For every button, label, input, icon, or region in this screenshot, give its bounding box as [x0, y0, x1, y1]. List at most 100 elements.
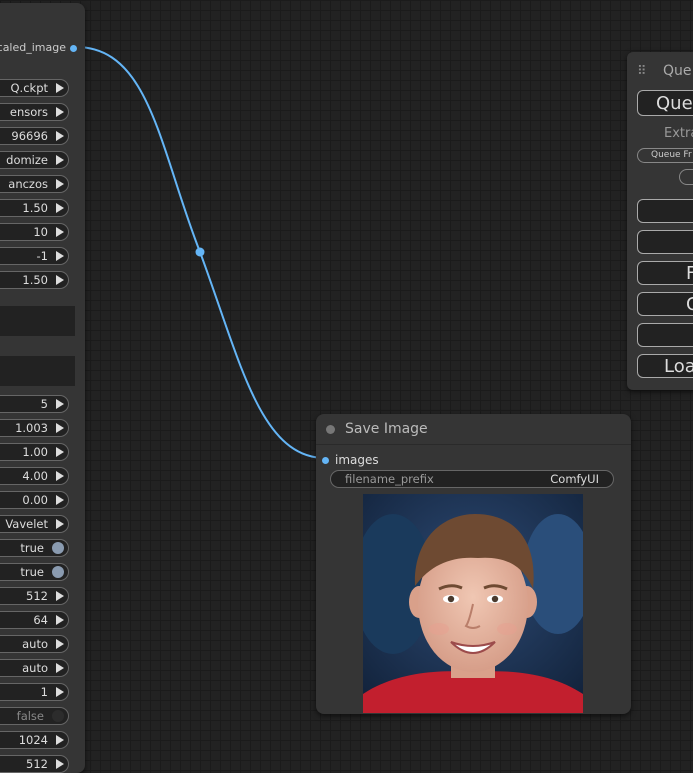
widget-value: false — [16, 709, 44, 723]
widget-number[interactable]: 1.50 — [0, 271, 69, 289]
widget-combo[interactable]: Vavelet — [0, 515, 69, 533]
widget-combo[interactable]: Q.ckpt — [0, 79, 69, 97]
widget-value: auto — [22, 637, 48, 651]
widget-value: 1 — [40, 685, 48, 699]
widget-combo[interactable]: auto — [0, 635, 69, 653]
widget-value: 1024 — [18, 733, 48, 747]
arrow-right-icon[interactable] — [56, 639, 64, 649]
link-midpoint — [195, 247, 205, 257]
widget-number[interactable]: 1.50 — [0, 199, 69, 217]
widget-value: 96696 — [11, 129, 48, 143]
portrait-image — [363, 494, 583, 713]
widget-number[interactable]: 10 — [0, 223, 69, 241]
widget-toggle-on[interactable]: true — [0, 539, 69, 557]
node-title: Save Image — [345, 421, 428, 437]
image-preview[interactable] — [363, 494, 583, 713]
arrow-right-icon[interactable] — [56, 83, 64, 93]
widget-combo[interactable]: ensors — [0, 103, 69, 121]
output-dot[interactable] — [70, 44, 77, 52]
filename-prefix-field[interactable]: filename_prefix ComfyUI — [330, 470, 614, 488]
widget-number[interactable]: 1024 — [0, 731, 69, 749]
widget-value: 4.00 — [22, 469, 48, 483]
widget-number[interactable]: 0.00 — [0, 491, 69, 509]
arrow-right-icon[interactable] — [56, 759, 64, 769]
arrow-right-icon[interactable] — [56, 179, 64, 189]
widget-toggle-off[interactable]: false — [0, 707, 69, 725]
queue-prompt-button[interactable]: Que — [637, 90, 693, 116]
input-label: images — [335, 453, 379, 467]
toggle-icon[interactable] — [52, 710, 64, 722]
widget-combo[interactable]: domize — [0, 151, 69, 169]
input-slot[interactable]: images — [322, 453, 379, 467]
drag-handle-icon[interactable]: ⠿ — [637, 64, 648, 79]
field-value: ComfyUI — [550, 472, 599, 486]
arrow-right-icon[interactable] — [56, 227, 64, 237]
widget-toggle-on[interactable]: true — [0, 563, 69, 581]
widget-value: domize — [6, 153, 48, 167]
save-image-node[interactable]: Save Image images filename_prefix ComfyU… — [316, 414, 631, 714]
arrow-right-icon[interactable] — [56, 203, 64, 213]
queue-panel: ⠿ Que Que Extra Queue Fr F Cl Loa — [627, 52, 693, 390]
widget-value: ensors — [9, 105, 48, 119]
queue-panel-title: Que — [663, 63, 692, 79]
node-title-bar[interactable]: Save Image — [316, 414, 631, 445]
output-label: caled_image — [0, 41, 66, 54]
widget-number[interactable]: 96696 — [0, 127, 69, 145]
widget-value: 5 — [40, 397, 48, 411]
input-dot[interactable] — [322, 456, 329, 464]
arrow-right-icon[interactable] — [56, 735, 64, 745]
queue-panel-button[interactable] — [637, 323, 693, 347]
field-label: filename_prefix — [345, 472, 434, 486]
toggle-icon[interactable] — [52, 542, 64, 554]
widget-number[interactable]: 512 — [0, 587, 69, 605]
arrow-right-icon[interactable] — [56, 687, 64, 697]
widget-value: 512 — [26, 757, 48, 771]
arrow-right-icon[interactable] — [56, 155, 64, 165]
widget-number[interactable]: 64 — [0, 611, 69, 629]
queue-panel-button[interactable] — [637, 199, 693, 223]
queue-panel-button[interactable] — [637, 230, 693, 254]
arrow-right-icon[interactable] — [56, 423, 64, 433]
queue-panel-button[interactable]: Loa — [637, 354, 693, 378]
widget-value: 512 — [26, 589, 48, 603]
widget-number[interactable]: -1 — [0, 247, 69, 265]
widget-number[interactable]: 4.00 — [0, 467, 69, 485]
widget-value: Q.ckpt — [10, 81, 49, 95]
arrow-right-icon[interactable] — [56, 495, 64, 505]
arrow-right-icon[interactable] — [56, 615, 64, 625]
widget-number[interactable]: 1 — [0, 683, 69, 701]
queue-front-checkbox[interactable]: Queue Fr — [637, 148, 693, 163]
arrow-right-icon[interactable] — [56, 107, 64, 117]
collapse-dot-icon[interactable] — [326, 424, 335, 434]
output-slot[interactable]: caled_image — [0, 41, 77, 54]
widget-value: 1.50 — [22, 273, 48, 287]
queue-panel-button[interactable]: Cl — [637, 292, 693, 316]
toggle-icon[interactable] — [52, 566, 64, 578]
widget-number[interactable]: 1.00 — [0, 443, 69, 461]
widget-value: 10 — [33, 225, 48, 239]
widget-value: true — [20, 541, 44, 555]
arrow-right-icon[interactable] — [56, 663, 64, 673]
arrow-right-icon[interactable] — [56, 447, 64, 457]
arrow-right-icon[interactable] — [56, 131, 64, 141]
widget-value: 64 — [33, 613, 48, 627]
widget-number[interactable]: 5 — [0, 395, 69, 413]
widget-number[interactable]: 1.003 — [0, 419, 69, 437]
arrow-right-icon[interactable] — [56, 251, 64, 261]
text-input-area[interactable] — [0, 356, 75, 386]
arrow-right-icon[interactable] — [56, 591, 64, 601]
upscale-node[interactable]: caled_image Q.ckpt ensors 96696 domize anczo… — [0, 3, 85, 773]
widget-value: 0.00 — [22, 493, 48, 507]
widget-value: 1.00 — [22, 445, 48, 459]
widget-value: anczos — [8, 177, 48, 191]
batch-count-toggle[interactable] — [679, 169, 693, 185]
widget-combo[interactable]: anczos — [0, 175, 69, 193]
queue-panel-button[interactable]: F — [637, 261, 693, 285]
widget-number[interactable]: 512 — [0, 755, 69, 773]
arrow-right-icon[interactable] — [56, 519, 64, 529]
text-input-area[interactable] — [0, 306, 75, 336]
arrow-right-icon[interactable] — [56, 471, 64, 481]
arrow-right-icon[interactable] — [56, 275, 64, 285]
widget-combo[interactable]: auto — [0, 659, 69, 677]
arrow-right-icon[interactable] — [56, 399, 64, 409]
